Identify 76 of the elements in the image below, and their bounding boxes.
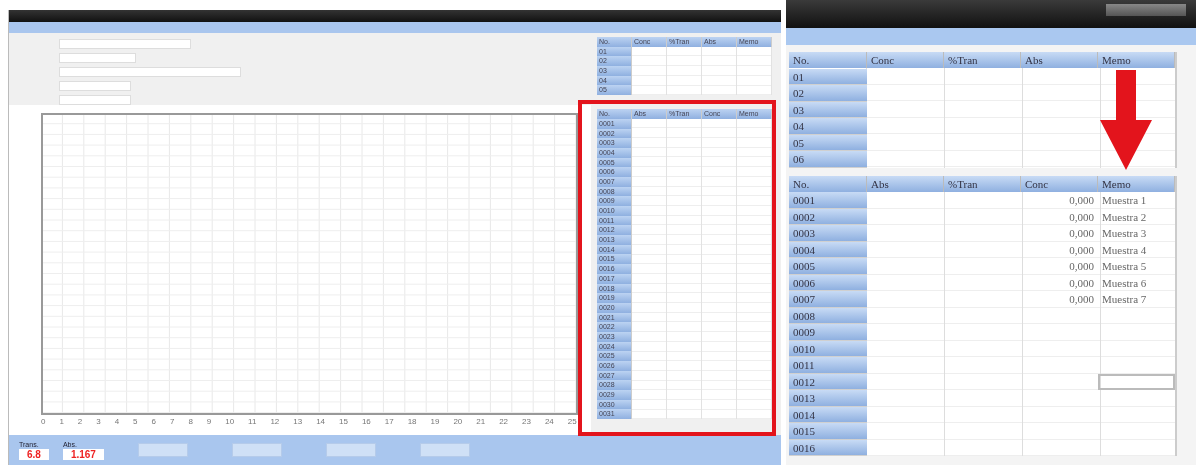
axis-tick-label: 4 — [114, 417, 120, 426]
axis-tick-label: 2 — [77, 417, 83, 426]
row-number: 06 — [789, 151, 867, 168]
axis-tick-label: 24 — [544, 417, 554, 426]
axis-tick-label: 18 — [407, 417, 417, 426]
reading-value: 6.8 — [19, 448, 49, 460]
axis-tick-label: 11 — [248, 417, 257, 426]
toolbar-button[interactable] — [231, 443, 282, 457]
axis-tick-label: 10 — [225, 417, 235, 426]
column-header: Conc — [1021, 175, 1098, 192]
column-header: %Tran — [944, 175, 1021, 192]
axis-tick-label: 12 — [270, 417, 280, 426]
column-header: %Tran — [944, 52, 1021, 68]
axis-tick-label: 20 — [453, 417, 463, 426]
table-cell-text: 0,000 — [1068, 242, 1095, 258]
axis-tick-label: 5 — [133, 417, 138, 426]
table-cell-text: 0,000 — [1068, 259, 1095, 274]
toolbar-button[interactable] — [419, 443, 470, 457]
axis-tick-label: 8 — [188, 417, 193, 426]
memo-cell[interactable]: Muestra 7 — [1098, 291, 1175, 308]
axis-tick-label: 19 — [430, 417, 440, 426]
memo-cell[interactable]: Muestra 2 — [1098, 208, 1175, 225]
input-field[interactable] — [59, 39, 191, 49]
input-field[interactable] — [59, 53, 136, 63]
column-header: Abs — [1021, 52, 1098, 68]
table-cell-text: 0,000 — [1068, 275, 1095, 291]
axis-tick-label: 22 — [499, 417, 509, 426]
axis-tick-label: 16 — [361, 417, 371, 426]
row-number: 0013 — [789, 390, 867, 407]
window-controls[interactable] — [1106, 4, 1186, 16]
table-cell-text: 0,000 — [1068, 292, 1095, 307]
row-number: 0009 — [789, 324, 867, 341]
axis-tick-label: 14 — [316, 417, 326, 426]
axis-tick-label: 3 — [96, 417, 101, 426]
column-header: Conc — [867, 52, 944, 68]
axis-tick-label: 0 — [41, 417, 46, 426]
row-number: 04 — [789, 118, 867, 135]
table-cell-text: 0,000 — [1068, 193, 1095, 208]
row-number: 01 — [789, 68, 867, 85]
input-field[interactable] — [59, 95, 131, 105]
axis-tick-label: 9 — [206, 417, 212, 426]
axis-tick-label: 6 — [151, 417, 156, 426]
row-number: 0005 — [789, 258, 867, 275]
toolbar-button[interactable] — [325, 443, 376, 457]
down-arrow-icon — [1098, 70, 1154, 170]
toolbar-button[interactable] — [137, 443, 188, 457]
column-header: Abs — [867, 175, 944, 192]
row-number: 0007 — [789, 291, 867, 308]
axis-tick-label: 23 — [522, 417, 531, 426]
column-header: Memo — [1098, 175, 1175, 192]
memo-cell[interactable]: Muestra 1 — [1098, 192, 1175, 209]
table-cell-text: 0,000 — [1068, 226, 1095, 241]
row-number: 0015 — [789, 423, 867, 440]
column-header: Memo — [1098, 52, 1175, 68]
axis-tick-label: 1 — [59, 417, 64, 426]
memo-cell[interactable]: Muestra 6 — [1098, 274, 1175, 291]
memo-cell[interactable] — [1098, 373, 1175, 390]
axis-tick-label: 15 — [339, 417, 348, 426]
axis-tick-label: 7 — [169, 417, 175, 426]
table-cell-text: 0,000 — [1068, 209, 1095, 225]
row-number: 0011 — [789, 357, 867, 374]
axis-tick-label: 17 — [384, 417, 394, 426]
axis-tick-label: 13 — [293, 417, 303, 426]
reading-value: 1.167 — [62, 448, 104, 460]
column-header: No. — [789, 52, 867, 68]
column-header: No. — [789, 175, 867, 192]
axis-tick-label: 25 — [567, 417, 577, 426]
input-field[interactable] — [59, 81, 131, 91]
memo-cell[interactable]: Muestra 5 — [1098, 258, 1175, 275]
row-number: 0001 — [789, 192, 867, 209]
axis-tick-label: 21 — [476, 417, 486, 426]
row-number: 02 — [789, 85, 867, 102]
memo-cell[interactable]: Muestra 4 — [1098, 241, 1175, 258]
input-field[interactable] — [59, 67, 241, 77]
row-number: 0003 — [789, 225, 867, 242]
memo-cell[interactable]: Muestra 3 — [1098, 225, 1175, 242]
